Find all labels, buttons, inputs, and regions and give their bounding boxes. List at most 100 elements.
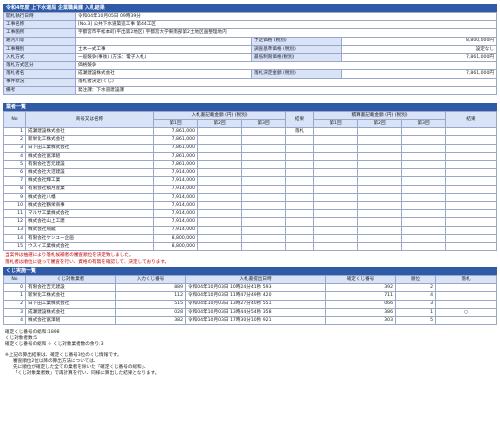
est-round2	[357, 200, 402, 211]
bid-round2	[197, 241, 242, 252]
bidder-no: 2	[3, 135, 26, 145]
bidder-name: ウスイ工業株式会社	[25, 241, 154, 252]
lottery-fixed: 303	[325, 315, 396, 326]
info-row: 工事種別 土木一式工事 調査基準価格 (税別) 設定なし	[3, 44, 497, 54]
bid-round2	[197, 233, 242, 243]
lottery-name: 日下田工業株式会社	[25, 299, 116, 309]
table-row: 4 株式会社富澤組 7,861,000	[3, 151, 497, 162]
info-row: 落札者名 成瀬建設株式会社 落札決定金額 (税別) 7,861,000円	[3, 69, 497, 79]
lottery-summary: 確定くじ番号の総和:1898 くじ対象者数:5 確定くじ番号の総和 ÷ くじ対象…	[5, 330, 495, 348]
bid-round2	[197, 217, 242, 227]
est-round2	[357, 225, 402, 235]
bid-round2	[197, 192, 242, 202]
sub-col: 第1回	[313, 119, 358, 129]
lottery-win	[435, 299, 497, 309]
lottery-col: 落札	[435, 275, 497, 285]
table-row: 2 日下田工業株式会社 515 令和04年10月03日 13時27分40秒 551 06…	[3, 299, 497, 309]
bidder-no: 8	[3, 184, 26, 194]
info-label: 最低制限価格(税別)	[251, 52, 342, 63]
bidder-name: 有限会社ケンユー企画	[25, 233, 154, 243]
bid-round3	[241, 192, 286, 202]
lottery-input: 889	[115, 283, 186, 293]
info-label: 開札執行日時	[3, 11, 76, 22]
table-row: 6 株式会社大沼建設 7,914,000	[3, 168, 497, 178]
bid-result	[285, 209, 314, 219]
bidder-name: 株式会社山上工建	[25, 217, 154, 227]
bidder-name: 新栄化工株式会社	[25, 135, 154, 145]
est-round1	[313, 151, 358, 162]
info-value: 7,861,000円	[341, 52, 497, 63]
est-round3	[401, 176, 446, 186]
info-value: 設定なし	[341, 44, 497, 54]
est-result	[445, 241, 497, 252]
bidder-name: 有限会社吉元建設	[25, 159, 154, 170]
bid-result	[285, 168, 314, 178]
est-round1	[313, 159, 358, 170]
info-value: 土木一式工事	[75, 44, 252, 54]
lottery-name: 有限会社吉元建設	[25, 283, 116, 293]
lottery-name: 株式会社富澤組	[25, 315, 116, 326]
bidder-no: 9	[3, 192, 26, 202]
info-value: 一般競争(事後) (方法：電子入札)	[75, 52, 252, 63]
bid-round1: 7,861,000	[153, 143, 198, 153]
col-no: No	[3, 110, 26, 129]
lottery-time: 令和04年10月03日 13時44分54秒 358	[185, 307, 326, 318]
bid-result	[285, 233, 314, 243]
info-row: 落札方式区分 価格競争	[3, 61, 497, 71]
col-result2: 結果	[445, 110, 497, 129]
info-row: 入札方式 一般競争(事後) (方法：電子入札) 最低制限価格(税別) 7,861…	[3, 52, 497, 63]
bidder-name: 株式会社飛龍	[25, 225, 154, 235]
bid-round1: 7,914,000	[153, 209, 198, 219]
bid-round3	[241, 176, 286, 186]
info-label: 落札者名	[3, 69, 76, 79]
info-row: 備考 発注課：下水道建設課	[3, 85, 497, 95]
est-result	[445, 159, 497, 170]
est-round2	[357, 176, 402, 186]
est-round2	[357, 184, 402, 194]
est-round2	[357, 159, 402, 170]
est-round3	[401, 168, 446, 178]
bidder-name: 日下田工業株式会社	[25, 143, 154, 153]
info-label: 工事箇所	[3, 28, 76, 38]
table-row: 4 株式会社富澤組 382 令和04年10月03日 17時30分10秒 921 303 5	[3, 315, 497, 326]
lottery-notice: 当案件は抽選により落札候補者の審査順位を決定致しました。 落札者は順位に従って審…	[5, 252, 495, 266]
bidder-no: 1	[3, 127, 26, 137]
est-result	[445, 200, 497, 211]
bid-round1: 7,914,000	[153, 200, 198, 211]
info-label: 入札方式	[3, 52, 76, 63]
lottery-col: 順位	[395, 275, 436, 285]
lottery-win	[435, 315, 497, 326]
lottery-col: くじ対象業者	[25, 275, 116, 285]
bid-round3	[241, 233, 286, 243]
bid-round2	[197, 209, 242, 219]
bid-round2	[197, 127, 242, 137]
notice-line: 落札者は順位に従って審査を行い、資格の有無を確認して、決定しております。	[5, 260, 170, 266]
bid-round1: 7,914,000	[153, 225, 198, 235]
table-row: 5 有限会社吉元建設 7,861,000	[3, 159, 497, 170]
lottery-input: 112	[115, 291, 186, 301]
est-round3	[401, 135, 446, 145]
est-round3	[401, 159, 446, 170]
lottery-win	[435, 283, 497, 293]
est-result	[445, 217, 497, 227]
sub-col: 第3回	[401, 119, 446, 129]
lottery-no: 3	[3, 307, 26, 318]
bid-round1: 7,861,000	[153, 159, 198, 170]
est-round2	[357, 209, 402, 219]
bid-round2	[197, 200, 242, 211]
lottery-rank: 5	[395, 315, 436, 326]
bidder-name: 成瀬建設株式会社	[25, 127, 154, 137]
lottery-col: No	[3, 275, 26, 285]
bid-round1: 7,914,000	[153, 184, 198, 194]
info-label: 工事名称	[3, 20, 76, 30]
est-round3	[401, 151, 446, 162]
sub-col: 第2回	[197, 119, 242, 129]
bidders-title: 業者一覧	[3, 102, 497, 111]
bidder-no: 6	[3, 168, 26, 178]
bid-result	[285, 225, 314, 235]
est-round1	[313, 233, 358, 243]
est-round3	[401, 184, 446, 194]
bid-round3	[241, 135, 286, 145]
est-result	[445, 135, 497, 145]
est-result	[445, 184, 497, 194]
